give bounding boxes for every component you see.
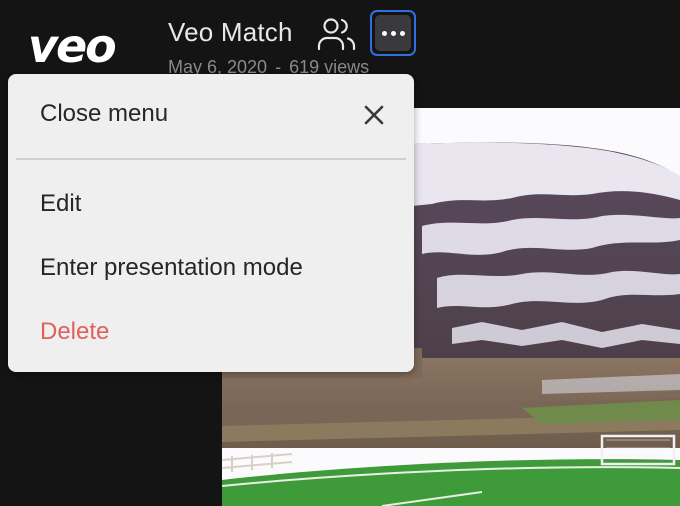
logo-text: veo [28, 22, 115, 68]
close-menu-label[interactable]: Close menu [40, 100, 168, 128]
close-icon[interactable] [360, 101, 388, 129]
options-menu: Close menu Edit Enter presentation mode … [8, 74, 414, 372]
dot [390, 30, 396, 36]
users-icon[interactable] [316, 16, 358, 52]
more-options-icon [375, 15, 411, 51]
menu-item-delete[interactable]: Delete [40, 318, 109, 346]
dot [399, 30, 405, 36]
menu-item-presentation-mode[interactable]: Enter presentation mode [40, 254, 303, 282]
more-options-button[interactable] [370, 10, 416, 56]
menu-divider [16, 158, 406, 160]
video-title: Veo Match [168, 17, 293, 47]
dot [381, 30, 387, 36]
menu-item-edit[interactable]: Edit [40, 190, 81, 218]
veo-logo: veo [28, 22, 117, 68]
